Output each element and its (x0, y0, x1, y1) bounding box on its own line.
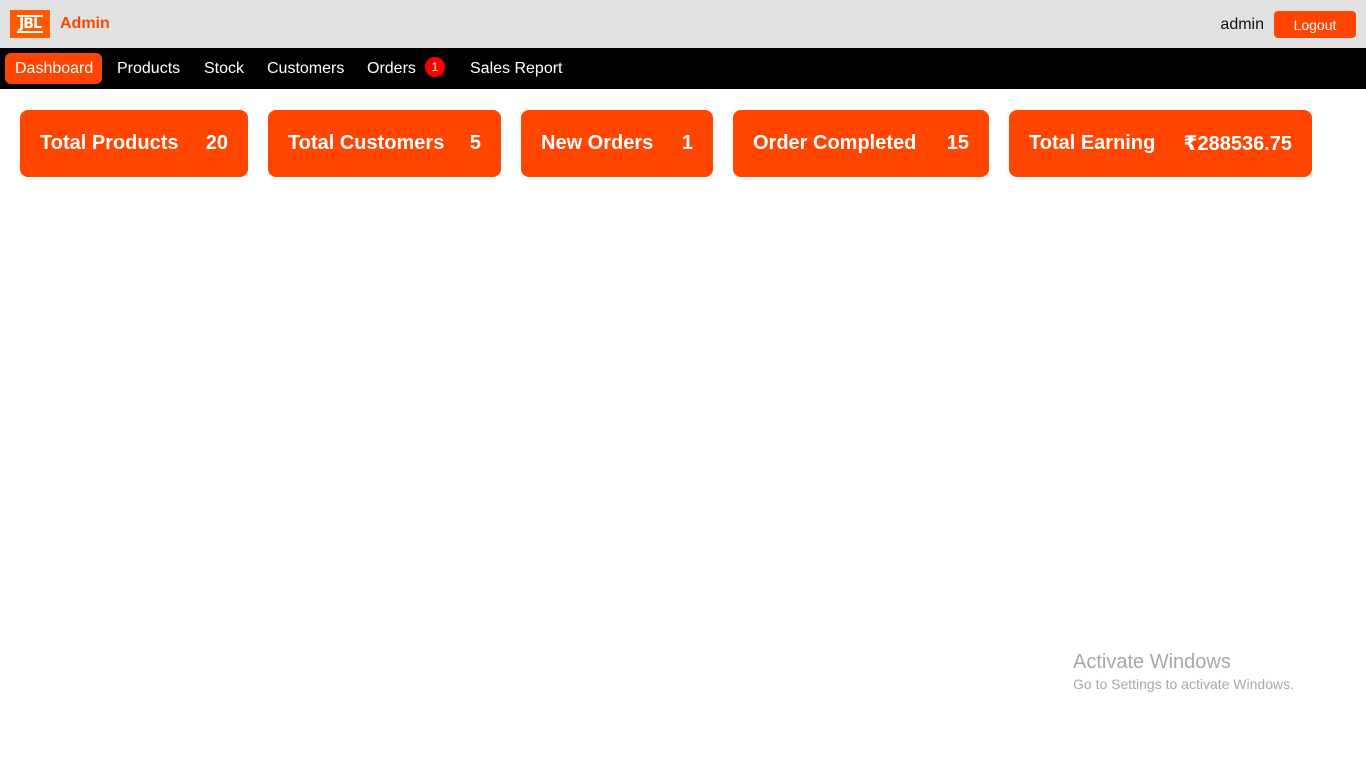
nav-sales-report-label: Sales Report (470, 59, 563, 77)
orders-count-badge: 1 (424, 56, 445, 77)
stat-value: ₹288536.75 (1183, 133, 1292, 155)
nav-sales-report[interactable]: Sales Report (460, 53, 573, 84)
stat-label: Total Customers (288, 132, 445, 154)
nav-products-label: Products (117, 59, 181, 77)
nav-dashboard[interactable]: Dashboard (5, 53, 102, 84)
stat-value: 1 (681, 132, 693, 154)
stat-value: 15 (946, 132, 969, 154)
main-nav: Dashboard Products Stock Customers Order… (0, 48, 1366, 89)
stat-label: Total Products (40, 132, 179, 154)
activate-windows-watermark: Activate Windows Go to Settings to activ… (1073, 651, 1294, 693)
stat-card-new-orders: New Orders 1 (521, 110, 713, 177)
stat-value: 5 (469, 132, 481, 154)
stat-label: New Orders (541, 132, 654, 154)
logout-button[interactable]: Logout (1274, 11, 1356, 38)
nav-orders-label: Orders (367, 59, 416, 77)
watermark-subtitle: Go to Settings to activate Windows. (1073, 676, 1294, 692)
nav-stock-label: Stock (204, 59, 245, 77)
nav-orders[interactable]: Orders 1 (357, 53, 455, 84)
nav-customers-label: Customers (267, 59, 345, 77)
stat-card-total-customers: Total Customers 5 (268, 110, 501, 177)
stat-card-total-products: Total Products 20 (20, 110, 248, 177)
top-header: JBL Admin admin Logout (0, 0, 1366, 48)
logo-text: JBL (17, 15, 43, 33)
username: admin (1220, 16, 1264, 33)
nav-products[interactable]: Products (107, 53, 190, 84)
nav-stock[interactable]: Stock (194, 53, 254, 84)
stat-card-total-earning: Total Earning ₹288536.75 (1009, 110, 1312, 177)
stat-label: Total Earning (1029, 132, 1156, 154)
jbl-logo[interactable]: JBL (10, 10, 50, 38)
app-title: Admin (60, 15, 110, 32)
stat-value: 20 (205, 132, 228, 154)
watermark-title: Activate Windows (1073, 651, 1231, 673)
stat-label: Order Completed (753, 132, 917, 154)
stat-card-order-completed: Order Completed 15 (733, 110, 989, 177)
nav-customers[interactable]: Customers (257, 53, 354, 84)
nav-dashboard-label: Dashboard (15, 59, 94, 77)
